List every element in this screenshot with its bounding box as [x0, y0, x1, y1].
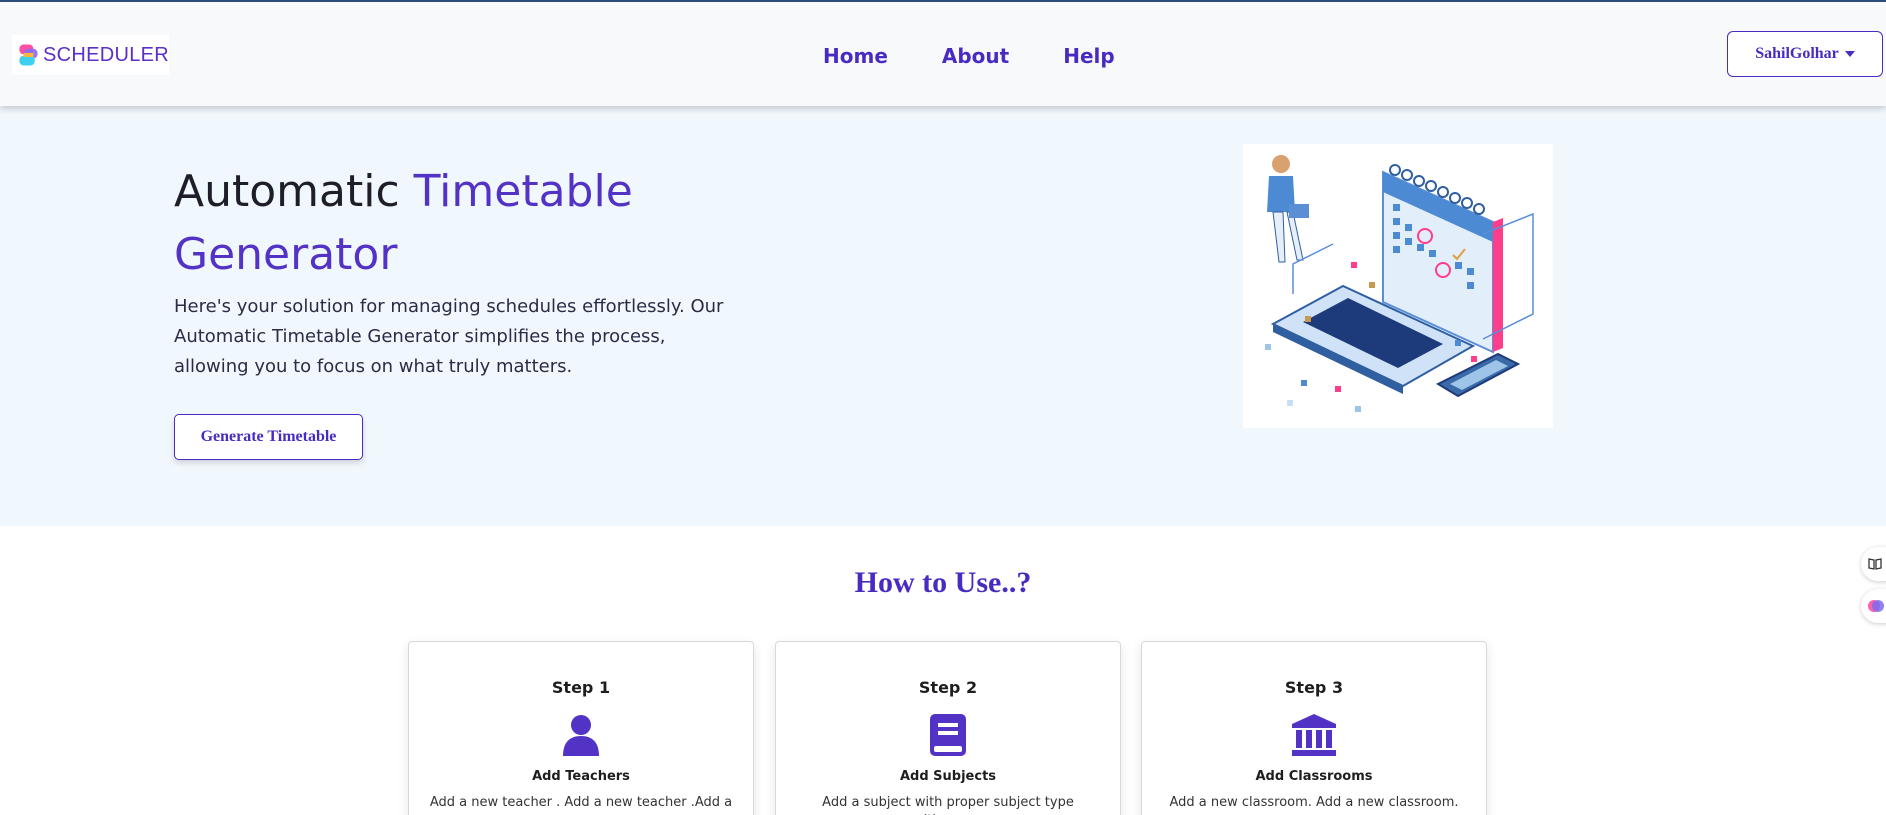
timetable-illustration [1243, 144, 1553, 428]
main-nav: Home About Help [823, 44, 1169, 68]
caret-down-icon [1844, 51, 1855, 57]
nav-help[interactable]: Help [1063, 44, 1114, 68]
step-label: Step 1 [551, 678, 611, 697]
scheduler-logo-icon [19, 44, 38, 66]
user-name: SahilGolhar [1755, 45, 1839, 62]
user-menu-button[interactable]: SahilGolhar [1727, 31, 1883, 77]
hero-description: Here's your solution for managing schedu… [174, 296, 724, 377]
generate-timetable-button[interactable]: Generate Timetable [174, 414, 363, 460]
step-card-3: Step 3 Add Classrooms Add a new classroo… [1141, 641, 1487, 815]
nav-about[interactable]: About [942, 44, 1009, 68]
book-icon [926, 713, 970, 757]
step-name: Add Subjects [899, 769, 997, 784]
hero-title-part1: Automatic [174, 166, 414, 217]
step-text: Add a new classroom. Add a new classroom… [1169, 795, 1459, 810]
nav-home[interactable]: Home [823, 44, 888, 68]
step-label: Step 2 [918, 678, 978, 697]
step-name: Add Teachers [532, 769, 630, 784]
brand-name: SCHEDULER [42, 43, 169, 66]
how-to-use-title: How to Use..? [854, 566, 1032, 599]
brand-logo-link[interactable]: SCHEDULER [12, 35, 169, 75]
book-open-icon [1868, 558, 1882, 570]
hero-section: Automatic Timetable Generator Here's you… [0, 106, 1886, 526]
step-label: Step 3 [1284, 678, 1344, 697]
step-card-1: Step 1 Add Teachers Add a new teacher . … [408, 641, 754, 815]
extension-button[interactable] [1861, 589, 1886, 623]
step-card-2: Step 2 Add Subjects Add a subject with p… [775, 641, 1121, 815]
step-name: Add Classrooms [1255, 769, 1373, 784]
user-icon [559, 713, 603, 757]
building-columns-icon [1292, 713, 1336, 757]
brain-icon [1868, 600, 1884, 612]
step-text: Add a new teacher . Add a new teacher .A… [429, 795, 733, 810]
navbar: SCHEDULER Home About Help SahilGolhar [0, 2, 1886, 106]
step-text: Add a subject with proper subject type (… [822, 795, 1074, 815]
hero-title: Automatic Timetable Generator [174, 160, 734, 286]
